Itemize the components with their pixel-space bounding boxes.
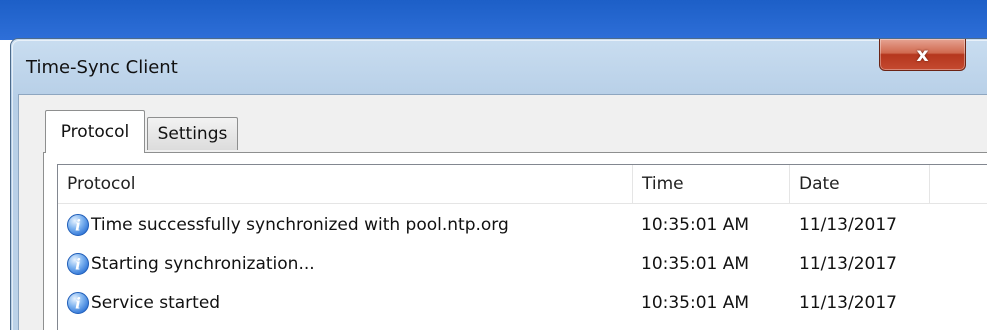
svg-text:i: i bbox=[75, 294, 81, 312]
info-icon: i bbox=[65, 283, 91, 322]
column-header-time[interactable]: Time bbox=[633, 165, 790, 203]
column-header-date[interactable]: Date bbox=[790, 165, 930, 203]
info-icon: i bbox=[65, 244, 91, 283]
tab-protocol[interactable]: Protocol bbox=[45, 110, 145, 153]
row-date: 11/13/2017 bbox=[799, 214, 897, 235]
row-date: 11/13/2017 bbox=[799, 253, 897, 274]
desktop-background bbox=[0, 0, 987, 40]
row-time: 10:35:01 AM bbox=[641, 253, 750, 274]
svg-text:i: i bbox=[75, 216, 81, 234]
client-area: Protocol Settings Protocol Time Date i T… bbox=[18, 94, 987, 330]
row-message: Service started bbox=[91, 292, 221, 313]
list-row[interactable]: i Service started 10:35:01 AM 11/13/2017 bbox=[58, 283, 987, 322]
row-time: 10:35:01 AM bbox=[641, 214, 750, 235]
column-header-protocol[interactable]: Protocol bbox=[58, 165, 633, 203]
list-rows: i Time successfully synchronized with po… bbox=[58, 205, 987, 322]
row-message: Time successfully synchronized with pool… bbox=[91, 214, 509, 235]
tab-settings[interactable]: Settings bbox=[147, 117, 238, 150]
column-header-filler bbox=[930, 165, 987, 203]
info-icon: i bbox=[65, 205, 91, 244]
protocol-tab-panel: Protocol Time Date i Time successfully s… bbox=[43, 152, 987, 330]
protocol-list[interactable]: Protocol Time Date i Time successfully s… bbox=[57, 164, 987, 330]
list-row[interactable]: i Time successfully synchronized with po… bbox=[58, 205, 987, 244]
row-time: 10:35:01 AM bbox=[641, 292, 750, 313]
row-date: 11/13/2017 bbox=[799, 292, 897, 313]
window-title: Time-Sync Client bbox=[26, 57, 178, 78]
list-row[interactable]: i Starting synchronization... 10:35:01 A… bbox=[58, 244, 987, 283]
list-header: Protocol Time Date bbox=[58, 165, 987, 204]
row-message: Starting synchronization... bbox=[91, 253, 315, 274]
app-window: Time-Sync Client x Protocol Settings Pro… bbox=[10, 38, 987, 330]
close-icon: x bbox=[916, 43, 929, 66]
svg-text:i: i bbox=[75, 255, 81, 273]
close-button[interactable]: x bbox=[879, 39, 966, 71]
